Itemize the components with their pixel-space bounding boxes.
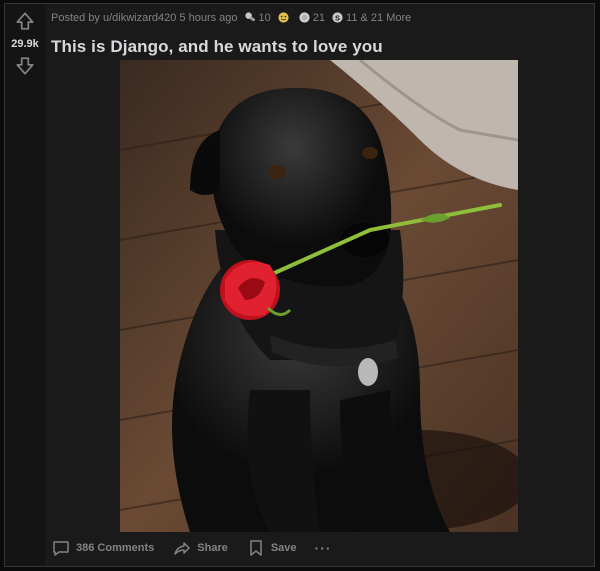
share-icon	[174, 542, 191, 555]
more-options-button[interactable]: ···	[315, 540, 332, 556]
award-count: 21	[312, 11, 326, 24]
comment-icon	[53, 541, 69, 556]
silver-award-icon	[299, 12, 310, 23]
post-actions: 386 Comments Share Save ···	[51, 538, 332, 558]
post-card: 29.9k Posted by u/dikwizard420 5 hours a…	[4, 3, 595, 567]
upvote-arrow-icon[interactable]	[14, 10, 36, 32]
posted-by-link[interactable]: Posted by u/dikwizard420	[51, 12, 176, 24]
comments-label: 386 Comments	[76, 542, 155, 554]
post-time[interactable]: 5 hours ago	[179, 12, 237, 24]
post-image[interactable]	[120, 60, 518, 532]
award-coin[interactable]: S 11	[331, 11, 357, 24]
share-button[interactable]: Share	[172, 538, 228, 558]
award-wholesome[interactable]	[277, 11, 292, 24]
vote-column: 29.9k	[5, 4, 45, 566]
more-awards-link[interactable]: & 21 More	[361, 12, 412, 24]
award-count: 10	[258, 11, 271, 24]
award-count: 11	[346, 11, 358, 24]
post-title[interactable]: This is Django, and he wants to love you	[51, 37, 383, 57]
svg-text:S: S	[335, 13, 340, 22]
coin-award-icon: S	[332, 12, 343, 23]
comments-button[interactable]: 386 Comments	[51, 538, 154, 558]
award-silver[interactable]: 21	[298, 11, 325, 24]
share-label: Share	[197, 542, 228, 554]
save-label: Save	[270, 542, 297, 554]
helpful-award-icon	[244, 12, 255, 22]
award-helpful[interactable]: 10	[244, 11, 271, 24]
bookmark-icon	[250, 540, 262, 556]
dog-with-rose-photo	[120, 60, 518, 532]
wholesome-award-icon	[278, 12, 289, 23]
post-meta: Posted by u/dikwizard420 5 hours ago 10 …	[51, 11, 411, 24]
vote-count: 29.9k	[11, 38, 39, 50]
save-button[interactable]: Save	[246, 538, 297, 558]
downvote-arrow-icon[interactable]	[14, 55, 36, 77]
